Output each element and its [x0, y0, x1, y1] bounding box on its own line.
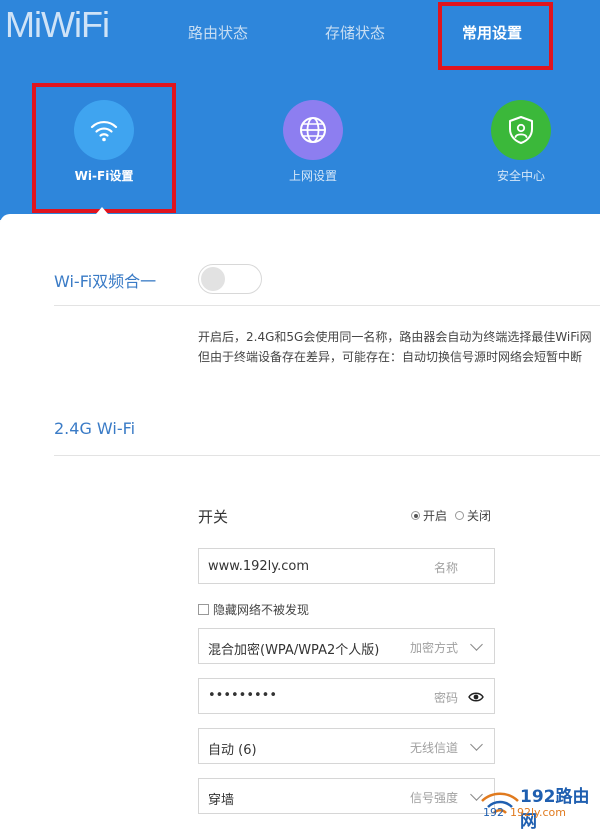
internet-settings-label[interactable]: 上网设置	[253, 167, 373, 184]
encryption-select[interactable]: 混合加密(WPA/WPA2个人版) 加密方式	[198, 628, 495, 664]
radio-off[interactable]: 关闭	[455, 507, 491, 524]
miwifi-logo: MiWiFi	[5, 4, 110, 45]
strength-value: 穿墙	[208, 793, 235, 808]
wifi24-title: 2.4G Wi-Fi	[54, 419, 136, 438]
security-center-label[interactable]: 安全中心	[461, 167, 581, 184]
hide-network-option[interactable]: 隐藏网络不被发现	[198, 601, 309, 618]
ssid-hint: 名称	[433, 561, 458, 575]
channel-hint: 无线信道	[409, 741, 458, 755]
nav-storage-status[interactable]: 存储状态	[325, 22, 385, 43]
ssid-value: www.192ly.com	[208, 559, 309, 574]
highlight-box-wifi	[32, 83, 176, 213]
channel-value: 自动 (6)	[208, 743, 257, 758]
shield-icon	[509, 116, 533, 144]
channel-select[interactable]: 自动 (6) 无线信道	[198, 728, 495, 764]
radio-off-dot[interactable]	[455, 511, 464, 520]
internet-settings-tile[interactable]	[283, 100, 343, 160]
chevron-down-icon	[470, 638, 483, 651]
divider-1	[54, 305, 600, 306]
dual-band-desc-2: 但由于终端设备存在差异，可能存在：自动切换信号源时网络会短暂中断	[198, 350, 583, 364]
password-value: •••••••••	[208, 688, 278, 703]
watermark-url: 192ly.com	[510, 806, 566, 819]
top-header: MiWiFi 路由状态 存储状态 常用设置 Wi-Fi设置 上网设置 安全中心	[0, 0, 600, 220]
password-field[interactable]: ••••••••• 密码	[198, 678, 495, 714]
toggle-knob	[201, 267, 225, 291]
dual-band-toggle[interactable]	[198, 264, 262, 294]
chevron-down-icon	[470, 738, 483, 751]
nav-router-status[interactable]: 路由状态	[188, 22, 248, 43]
encryption-value: 混合加密(WPA/WPA2个人版)	[208, 643, 380, 658]
dual-band-title: Wi-Fi双频合一	[54, 272, 157, 291]
security-center-tile[interactable]	[491, 100, 551, 160]
radio-off-label: 关闭	[467, 509, 492, 523]
dual-band-desc-1: 开启后，2.4G和5G会使用同一名称，路由器会自动为终端选择最佳WiFi网	[198, 330, 592, 344]
watermark-prefix: 192	[483, 806, 504, 819]
divider-2	[54, 455, 600, 456]
password-hint: 密码	[433, 691, 458, 705]
signal-strength-select[interactable]: 穿墙 信号强度	[198, 778, 495, 814]
encryption-hint: 加密方式	[409, 641, 458, 655]
active-tile-caret	[96, 207, 108, 214]
highlight-box-nav	[438, 2, 553, 70]
radio-on-label: 开启	[423, 509, 448, 523]
strength-hint: 信号强度	[409, 791, 458, 805]
hide-network-label: 隐藏网络不被发现	[213, 603, 310, 617]
globe-icon	[300, 117, 326, 143]
radio-on[interactable]: 开启	[411, 507, 447, 524]
eye-icon[interactable]	[468, 691, 484, 703]
hide-network-checkbox[interactable]	[198, 604, 209, 615]
ssid-field[interactable]: www.192ly.com 名称	[198, 548, 495, 584]
switch-label: 开关	[198, 508, 229, 526]
radio-on-dot[interactable]	[411, 511, 420, 520]
